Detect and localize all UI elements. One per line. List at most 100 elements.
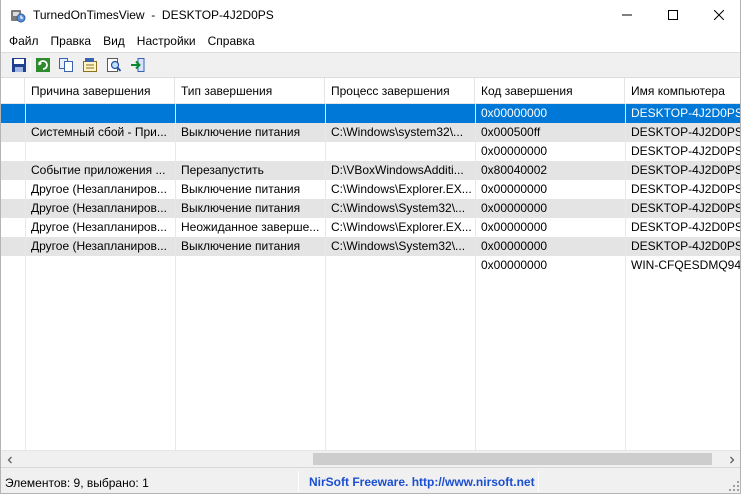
cell-code: 0x80040002 — [481, 163, 548, 177]
grid-line — [625, 104, 626, 450]
cell-computer: WIN-CFQESDMQ94H — [631, 258, 741, 272]
table-row[interactable]: Системный сбой - При... Выключение питани… — [1, 123, 741, 142]
toolbar-separator — [30, 57, 31, 73]
cell-computer: DESKTOP-4J2D0PS — [631, 220, 741, 234]
cell-process: C:\Windows\System32\... — [331, 239, 466, 253]
properties-icon — [83, 58, 97, 72]
grid-line — [175, 104, 176, 450]
chevron-right-icon — [729, 456, 734, 463]
cell-type: Перезапустить — [181, 163, 264, 177]
cell-process: D:\VBoxWindowsAdditi... — [331, 163, 464, 177]
copy-icon — [59, 58, 73, 72]
maximize-button[interactable] — [650, 0, 696, 30]
table-row[interactable]: Другое (Незапланиров... Выключение питани… — [1, 237, 741, 256]
scroll-left-button[interactable] — [1, 451, 18, 468]
scroll-thumb[interactable] — [313, 453, 712, 465]
column-header-blank[interactable] — [1, 78, 25, 104]
list-header: Причина завершения Тип завершения Процес… — [1, 78, 740, 104]
cell-type — [175, 104, 325, 123]
grid-line — [25, 104, 26, 450]
column-header-computer[interactable]: Имя компьютера — [625, 78, 740, 104]
column-header-reason[interactable]: Причина завершения — [25, 78, 175, 104]
minimize-button[interactable] — [604, 0, 650, 30]
app-icon — [10, 7, 26, 23]
cell-process: C:\Windows\Explorer.EX... — [331, 220, 472, 234]
cell-reason: Системный сбой - При... — [31, 125, 167, 139]
cell-computer: DESKTOP-4J2D0PS — [631, 106, 741, 120]
cell-computer: DESKTOP-4J2D0PS — [631, 125, 741, 139]
properties-button[interactable] — [81, 56, 99, 74]
horizontal-scrollbar[interactable] — [1, 450, 740, 468]
cell-computer: DESKTOP-4J2D0PS — [631, 239, 741, 253]
table-row[interactable]: Другое (Незапланиров... Выключение питани… — [1, 199, 741, 218]
cell-code: 0x00000000 — [481, 258, 548, 272]
copy-button[interactable] — [57, 56, 75, 74]
column-header-type[interactable]: Тип завершения — [175, 78, 325, 104]
cell-computer: DESKTOP-4J2D0PS — [631, 163, 741, 177]
refresh-button[interactable] — [34, 56, 52, 74]
resize-grip-icon[interactable] — [728, 480, 740, 492]
cell-type: Выключение питания — [181, 125, 301, 139]
cell-reason — [25, 256, 175, 275]
cell-type: Выключение питания — [181, 182, 301, 196]
cell-reason — [25, 104, 175, 123]
cell-process: C:\Windows\Explorer.EX... — [331, 182, 472, 196]
shutdown-list[interactable]: Причина завершения Тип завершения Процес… — [1, 78, 741, 450]
cell-process — [325, 104, 475, 123]
cell-type — [175, 142, 325, 161]
title-bar[interactable]: TurnedOnTimesView - DESKTOP-4J2D0PS — [1, 0, 740, 30]
exit-button[interactable] — [129, 56, 147, 74]
cell-computer: DESKTOP-4J2D0PS — [631, 201, 741, 215]
cell-type: Выключение питания — [181, 201, 301, 215]
grid-line — [475, 104, 476, 450]
window-title: TurnedOnTimesView - DESKTOP-4J2D0PS — [33, 8, 274, 22]
cell-reason: Другое (Незапланиров... — [31, 239, 167, 253]
table-row[interactable]: Другое (Незапланиров... Неожиданное завер… — [1, 218, 741, 237]
table-row[interactable]: 0x00000000 DESKTOP-4J2D0PS — [1, 104, 741, 123]
cell-process: C:\Windows\system32\... — [331, 125, 464, 139]
cell-reason: Событие приложения ... — [31, 163, 166, 177]
status-bar: Элементов: 9, выбрано: 1 NirSoft Freewar… — [1, 467, 740, 493]
find-icon — [107, 58, 122, 72]
menu-file[interactable]: Файл — [3, 31, 45, 51]
scroll-right-button[interactable] — [723, 451, 740, 468]
column-header-code[interactable]: Код завершения — [475, 78, 625, 104]
table-row[interactable]: 0x00000000 DESKTOP-4J2D0PS — [1, 142, 741, 161]
exit-icon — [131, 58, 145, 72]
find-button[interactable] — [105, 56, 123, 74]
refresh-icon — [36, 58, 50, 72]
cell-code: 0x00000000 — [481, 182, 548, 196]
close-button[interactable] — [696, 0, 740, 30]
column-header-process[interactable]: Процесс завершения — [325, 78, 475, 104]
cell-reason: Другое (Незапланиров... — [31, 220, 167, 234]
cell-reason: Другое (Незапланиров... — [31, 201, 167, 215]
cell-code: 0x00000000 — [481, 144, 548, 158]
close-icon — [714, 10, 724, 20]
app-window: TurnedOnTimesView - DESKTOP-4J2D0PS Файл… — [0, 0, 741, 494]
menu-bar: Файл Правка Вид Настройки Справка — [1, 30, 740, 52]
minimize-icon — [622, 14, 632, 16]
cell-code: 0x00000000 — [481, 220, 548, 234]
grid-line — [325, 104, 326, 450]
table-row[interactable]: 0x00000000 WIN-CFQESDMQ94H — [1, 256, 741, 275]
cell-process: C:\Windows\System32\... — [331, 201, 466, 215]
status-separator — [298, 471, 299, 492]
cell-code: 0x00000000 — [481, 201, 548, 215]
menu-view[interactable]: Вид — [97, 31, 131, 51]
toolbar — [1, 52, 740, 78]
table-row[interactable]: Событие приложения ... Перезапустить D:\VB… — [1, 161, 741, 180]
cell-computer: DESKTOP-4J2D0PS — [631, 144, 741, 158]
save-button[interactable] — [10, 56, 28, 74]
menu-options[interactable]: Настройки — [131, 31, 202, 51]
cell-process — [325, 256, 475, 275]
chevron-left-icon — [7, 456, 12, 463]
cell-reason: Другое (Незапланиров... — [31, 182, 167, 196]
maximize-icon — [668, 10, 678, 20]
table-row[interactable]: Другое (Незапланиров... Выключение питани… — [1, 180, 740, 199]
nirsoft-link[interactable]: NirSoft Freeware. http://www.nirsoft.net — [309, 475, 535, 489]
menu-help[interactable]: Справка — [202, 31, 261, 51]
cell-code: 0x000500ff — [481, 125, 541, 139]
menu-edit[interactable]: Правка — [45, 31, 98, 51]
cell-type — [175, 256, 325, 275]
cell-code: 0x00000000 — [481, 239, 548, 253]
